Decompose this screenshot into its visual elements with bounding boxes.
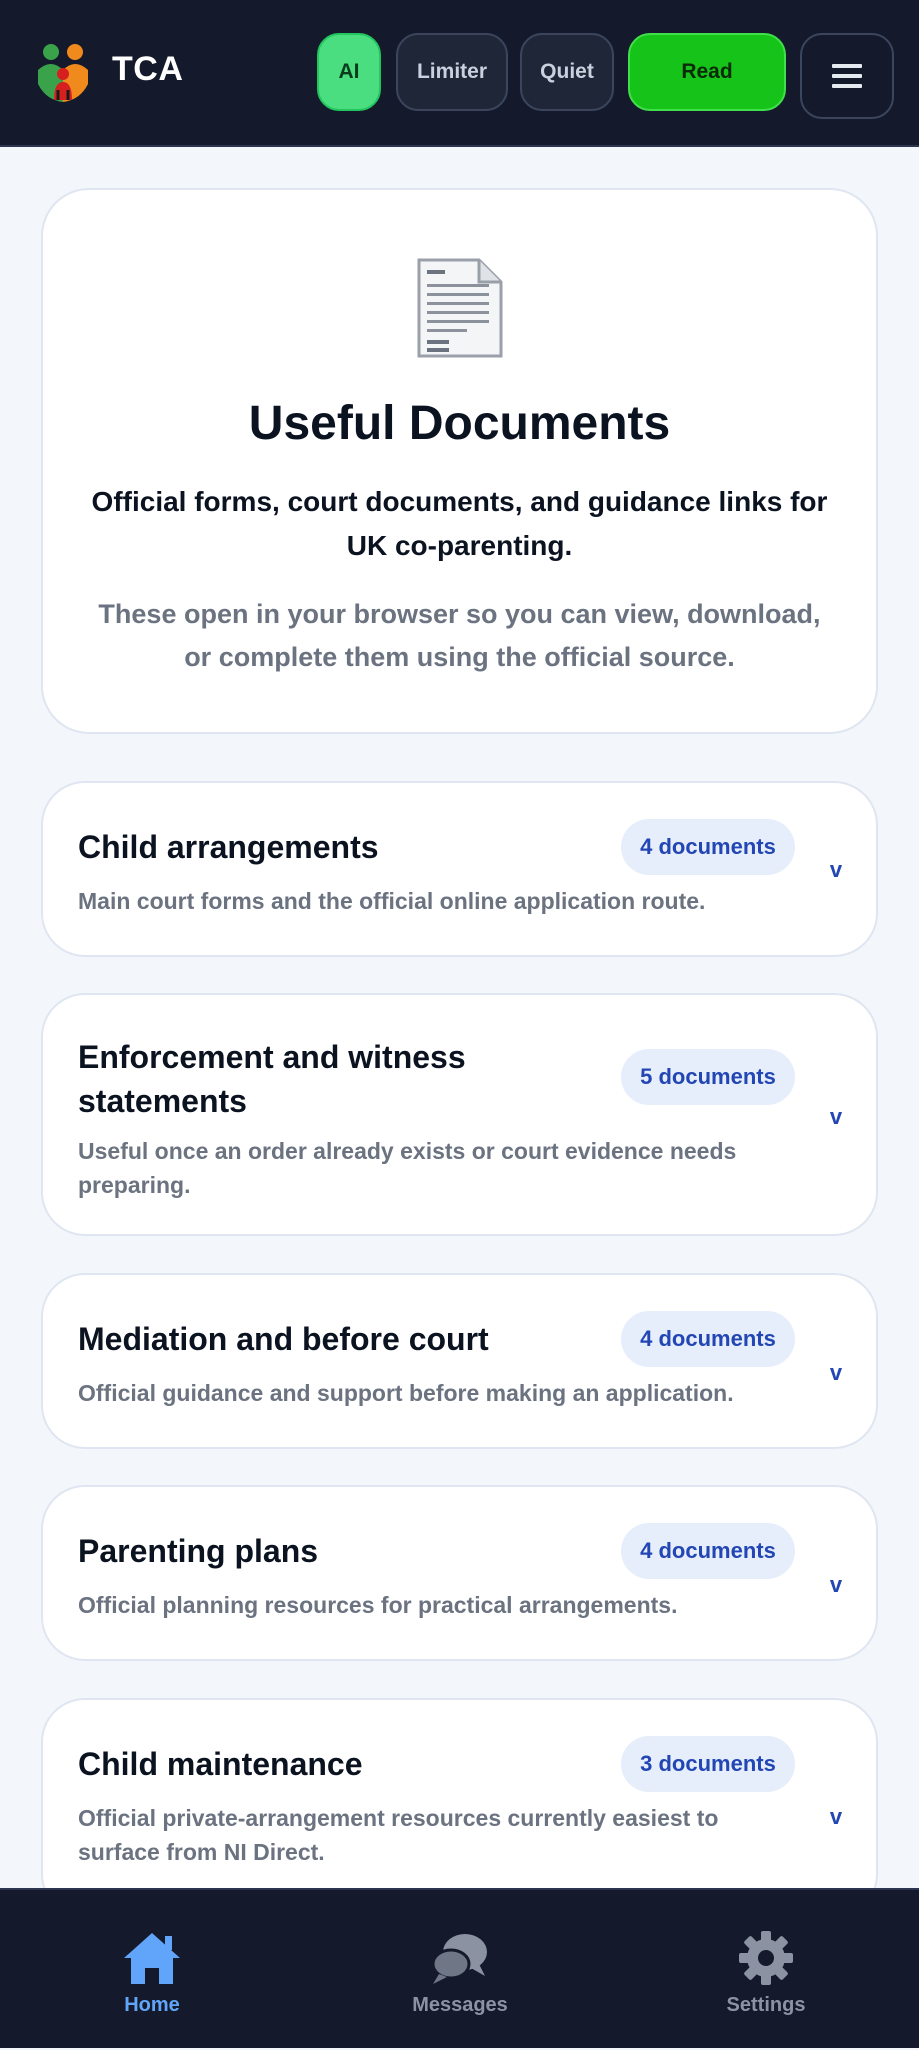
category-title: Parenting plans — [78, 1533, 319, 1569]
quiet-toggle-button[interactable]: Quiet — [520, 33, 614, 111]
tab-home[interactable]: Home — [52, 1890, 252, 2050]
document-count-badge: 4 documents — [621, 819, 795, 875]
category-card-child-maintenance[interactable]: Child maintenance 3 documents Official p… — [41, 1698, 878, 1918]
family-logo-icon — [38, 44, 88, 102]
home-icon — [124, 1933, 180, 1984]
ai-toggle-button[interactable]: AI — [317, 33, 381, 111]
app-header: TCA AI Limiter Quiet Read — [0, 0, 919, 147]
chevron-down-icon[interactable]: v — [824, 1104, 848, 1129]
tab-home-label: Home — [124, 1994, 180, 2016]
page-note: These open in your browser so you can vi… — [98, 599, 821, 672]
document-count-badge: 4 documents — [621, 1311, 795, 1367]
category-description: Official private-arrangement resources c… — [78, 1805, 719, 1865]
category-card-mediation[interactable]: Mediation and before court 4 documents O… — [41, 1273, 878, 1449]
category-description: Useful once an order already exists or c… — [78, 1138, 737, 1198]
category-title: Mediation and before court — [78, 1321, 489, 1357]
document-count-badge: 5 documents — [621, 1049, 795, 1105]
intro-card: Useful Documents Official forms, court d… — [41, 188, 878, 734]
tab-settings-label: Settings — [726, 1994, 806, 2016]
bottom-tab-bar: Home Messages Settings — [0, 1888, 919, 2048]
document-count-badge: 4 documents — [621, 1523, 795, 1579]
category-description: Main court forms and the official online… — [78, 888, 706, 914]
tab-messages-label: Messages — [412, 1994, 508, 2016]
page-title: Useful Documents — [248, 397, 671, 450]
category-card-enforcement[interactable]: Enforcement and witness statements 5 doc… — [41, 993, 878, 1236]
category-title: Enforcement and witness statements — [78, 1039, 466, 1119]
chevron-down-icon[interactable]: v — [824, 857, 848, 882]
gear-icon — [739, 1931, 793, 1985]
category-card-parenting-plans[interactable]: Parenting plans 4 documents Official pla… — [41, 1485, 878, 1661]
category-description: Official guidance and support before mak… — [78, 1380, 734, 1406]
chevron-down-icon[interactable]: v — [824, 1804, 848, 1829]
category-title: Child arrangements — [78, 829, 379, 865]
hamburger-icon — [832, 64, 862, 88]
page-subtitle: Official forms, court documents, and gui… — [91, 486, 828, 561]
limiter-toggle-button[interactable]: Limiter — [396, 33, 508, 111]
tab-messages[interactable]: Messages — [360, 1890, 560, 2050]
document-icon — [417, 258, 503, 358]
category-card-child-arrangements[interactable]: Child arrangements 4 documents Main cour… — [41, 781, 878, 957]
tab-settings[interactable]: Settings — [666, 1890, 866, 2050]
read-toggle-button[interactable]: Read — [628, 33, 786, 111]
category-description: Official planning resources for practica… — [78, 1592, 678, 1618]
chevron-down-icon[interactable]: v — [824, 1360, 848, 1385]
chevron-down-icon[interactable]: v — [824, 1572, 848, 1597]
app-title: TCA — [112, 50, 184, 88]
category-title: Child maintenance — [78, 1746, 363, 1782]
menu-button[interactable] — [800, 33, 894, 119]
chat-bubbles-icon — [431, 1934, 487, 1984]
document-count-badge: 3 documents — [621, 1736, 795, 1792]
